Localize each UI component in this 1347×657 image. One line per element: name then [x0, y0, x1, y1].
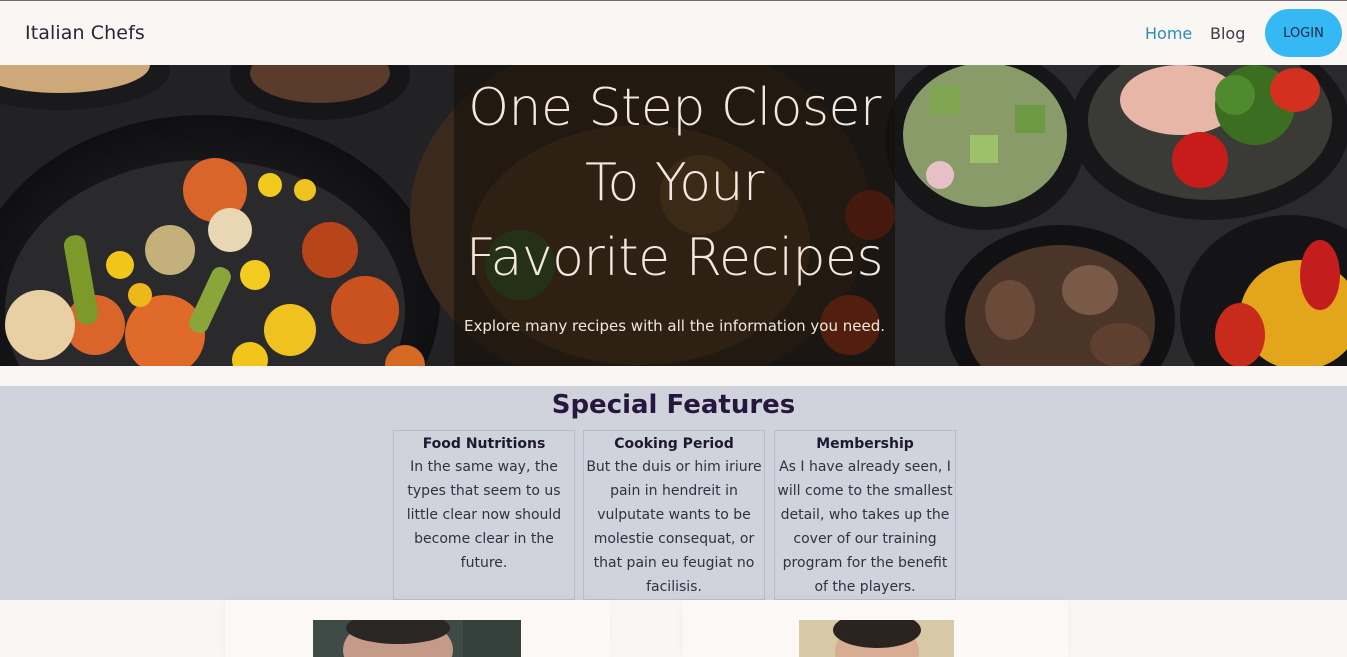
feature-card-text-line: of the players.	[814, 579, 916, 595]
special-features-section: Special Features Food Nutritions In the …	[0, 386, 1347, 600]
feature-card-text-line: types that seem to us	[407, 483, 561, 499]
feature-card-text-line: facilisis.	[646, 579, 702, 595]
feature-card-text-line: cover of our training	[793, 531, 937, 547]
hero-title: One Step Closer To Your Favorite Recipes	[454, 71, 895, 296]
hero-title-line: To Your	[585, 153, 764, 213]
hero-title-line: Favorite Recipes	[465, 228, 884, 288]
feature-card-text: In the same way, the types that seem to …	[394, 455, 574, 575]
feature-card-text-line: future.	[460, 555, 508, 571]
nav-link-blog[interactable]: Blog	[1210, 24, 1245, 43]
feature-card-text-line: As I have already seen, I	[779, 459, 951, 475]
feature-card-title: Membership	[816, 436, 914, 452]
feature-card-text-line: But the duis or him iriure	[586, 459, 762, 475]
feature-card-text-line: In the same way, the	[410, 459, 558, 475]
features-title: Special Features	[551, 390, 796, 420]
feature-card-text-line: will come to the smallest	[777, 483, 953, 499]
feature-card-text-line: that pain eu feugiat no	[593, 555, 755, 571]
feature-card-food-nutritions: Food Nutritions In the same way, the typ…	[393, 430, 575, 600]
login-button[interactable]: LOGIN	[1265, 9, 1342, 57]
hero-subtitle: Explore many recipes with all the inform…	[463, 317, 886, 335]
feature-card-text-line: vulputate wants to be	[597, 507, 751, 523]
navbar: Italian Chefs Home Blog LOGIN	[0, 1, 1347, 65]
feature-card-text-line: molestie consequat, or	[593, 531, 755, 547]
feature-card-text: As I have already seen, I will come to t…	[775, 455, 955, 599]
feature-card-text: But the duis or him iriure pain in hendr…	[584, 455, 764, 599]
feature-card-cooking-period: Cooking Period But the duis or him iriur…	[583, 430, 765, 600]
feature-card-text-line: become clear in the	[414, 531, 554, 547]
feature-card-text-line: pain in hendreit in	[610, 483, 738, 499]
chef-photo	[313, 620, 521, 657]
feature-card-membership: Membership As I have already seen, I wil…	[774, 430, 956, 600]
hero-title-line: One Step Closer	[468, 78, 881, 138]
hero-banner: One Step Closer To Your Favorite Recipes…	[0, 65, 1347, 366]
feature-card-title: Food Nutritions	[422, 436, 546, 452]
nav-link-home[interactable]: Home	[1145, 24, 1192, 43]
brand-logo-link[interactable]: Italian Chefs	[25, 22, 145, 44]
feature-card-text-line: program for the benefit	[782, 555, 948, 571]
feature-card-text-line: little clear now should	[406, 507, 562, 523]
chef-photo	[799, 620, 954, 657]
chefs-section	[0, 600, 1347, 657]
feature-card-text-line: detail, who takes up the	[780, 507, 950, 523]
feature-card-title: Cooking Period	[614, 436, 734, 452]
